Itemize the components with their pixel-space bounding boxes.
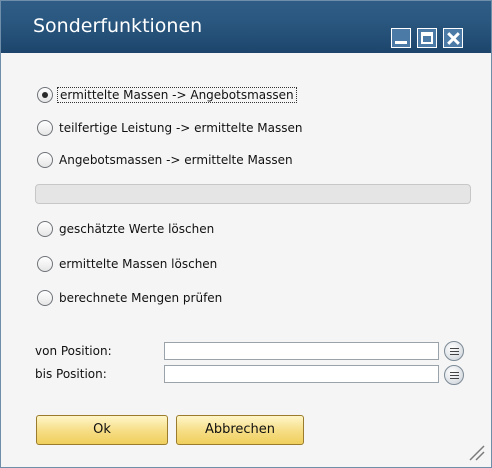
to-position-label: bis Position: — [35, 367, 107, 381]
from-position-label: von Position: — [35, 344, 112, 358]
radio-angebot-to-ermittelt[interactable] — [37, 152, 53, 168]
option-teilfertig-to-ermittelt[interactable]: teilfertige Leistung -> ermittelte Masse… — [37, 118, 303, 138]
from-position-list-icon[interactable] — [444, 341, 464, 361]
cancel-button[interactable]: Abbrechen — [176, 415, 304, 445]
option-ermittelte-to-angebot[interactable]: ermittelte Massen -> Angebotsmassen — [37, 85, 297, 105]
option-label: geschätzte Werte löschen — [59, 222, 215, 236]
option-mengen-pruefen[interactable]: berechnete Mengen prüfen — [37, 288, 222, 308]
option-label: teilfertige Leistung -> ermittelte Masse… — [59, 121, 303, 135]
separator-bar — [35, 184, 471, 204]
radio-ermittelte-to-angebot[interactable] — [37, 87, 53, 103]
close-icon[interactable] — [443, 28, 463, 48]
resize-grip-icon[interactable] — [467, 443, 485, 461]
option-ermittelte-loeschen[interactable]: ermittelte Massen löschen — [37, 254, 217, 274]
option-label: Angebotsmassen -> ermittelte Massen — [59, 153, 293, 167]
radio-geschaetzte-loeschen[interactable] — [37, 221, 53, 237]
window-title: Sonderfunktionen — [33, 15, 203, 37]
radio-mengen-pruefen[interactable] — [37, 290, 53, 306]
minimize-icon[interactable] — [391, 28, 411, 48]
ok-button[interactable]: Ok — [36, 415, 168, 445]
to-position-input[interactable] — [164, 365, 439, 383]
option-label: berechnete Mengen prüfen — [59, 291, 223, 305]
option-angebot-to-ermittelt[interactable]: Angebotsmassen -> ermittelte Massen — [37, 150, 293, 170]
option-label: ermittelte Massen löschen — [59, 257, 218, 271]
from-position-input[interactable] — [164, 342, 439, 360]
radio-ermittelte-loeschen[interactable] — [37, 256, 53, 272]
title-bar[interactable]: Sonderfunktionen — [1, 1, 491, 53]
to-position-list-icon[interactable] — [444, 365, 464, 385]
radio-teilfertig-to-ermittelt[interactable] — [37, 120, 53, 136]
dialog-window: Sonderfunktionen ermittelte Massen -> An… — [0, 0, 492, 468]
option-geschaetzte-loeschen[interactable]: geschätzte Werte löschen — [37, 219, 214, 239]
maximize-icon[interactable] — [417, 28, 437, 48]
option-label: ermittelte Massen -> Angebotsmassen — [57, 87, 297, 103]
